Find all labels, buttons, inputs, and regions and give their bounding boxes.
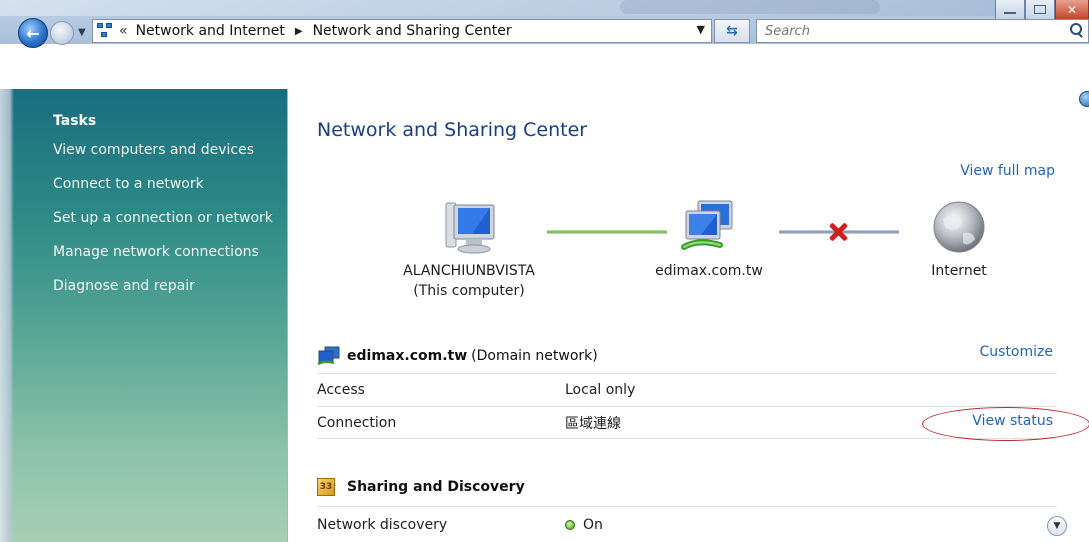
- view-status-highlight-circle: [922, 407, 1089, 441]
- titlebar-glass-blur: [620, 0, 880, 14]
- task-connect-to-a-network[interactable]: Connect to a network: [53, 173, 287, 207]
- internet-label: Internet: [931, 263, 987, 279]
- network-location-icon: [97, 23, 113, 39]
- address-dropdown-icon[interactable]: ▼: [697, 23, 705, 36]
- customize-link[interactable]: Customize: [980, 344, 1054, 360]
- task-diagnose-and-repair[interactable]: Diagnose and repair: [53, 275, 287, 309]
- sharing-discovery-title: Sharing and Discovery: [347, 479, 525, 495]
- task-set-up-a-connection[interactable]: Set up a connection or network: [53, 207, 287, 241]
- network-discovery-status: On: [565, 517, 1057, 533]
- globe-icon: [933, 201, 985, 253]
- computer-icon: [445, 202, 495, 254]
- map-node-this-computer[interactable]: ALANCHIUNBVISTA (This computer): [389, 199, 549, 301]
- connection-label: Connection: [317, 414, 397, 431]
- status-on-icon: [565, 519, 575, 530]
- maximize-button[interactable]: [1025, 0, 1055, 20]
- tasks-heading: Tasks: [53, 113, 97, 129]
- expand-network-discovery-button[interactable]: ▼: [1047, 516, 1067, 536]
- close-button[interactable]: ✕: [1055, 0, 1089, 20]
- domain-network-icon: [317, 346, 340, 366]
- map-node-network[interactable]: edimax.com.tw: [649, 199, 769, 281]
- breadcrumb-overflow[interactable]: «: [119, 23, 128, 39]
- view-full-map-link[interactable]: View full map: [960, 163, 1055, 179]
- help-icon[interactable]: [1079, 91, 1089, 107]
- sharing-icon: 33: [317, 478, 335, 496]
- network-details-header: edimax.com.tw (Domain network): [317, 344, 1057, 368]
- breadcrumb-network-and-internet[interactable]: Network and Internet: [136, 23, 285, 39]
- disconnected-x-icon[interactable]: [827, 221, 849, 243]
- close-icon: ✕: [1066, 2, 1078, 17]
- window-controls: ✕: [995, 0, 1089, 20]
- sharing-discovery-header: 33 Sharing and Discovery: [317, 478, 525, 496]
- network-name: edimax.com.tw: [347, 348, 468, 364]
- search-box[interactable]: [756, 19, 1089, 43]
- page-title: Network and Sharing Center: [317, 119, 588, 141]
- task-list: View computers and devices Connect to a …: [53, 139, 287, 309]
- task-pane-edge: [0, 89, 14, 542]
- network-icon: [681, 200, 733, 250]
- back-button[interactable]: ←: [18, 18, 48, 48]
- map-node-internet[interactable]: Internet: [909, 199, 1009, 281]
- minimize-button[interactable]: [995, 0, 1025, 20]
- chevron-down-icon: ▼: [1053, 521, 1061, 531]
- network-type: (Domain network): [471, 348, 598, 364]
- access-value: Local only: [565, 382, 636, 398]
- network-discovery-label: Network discovery: [317, 516, 448, 533]
- search-input[interactable]: [765, 23, 1045, 39]
- main-content: Network and Sharing Center View full map…: [289, 89, 1089, 542]
- network-name-label: edimax.com.tw: [655, 263, 763, 279]
- address-bar[interactable]: « Network and Internet ▶ Network and Sha…: [92, 19, 712, 43]
- computer-sub-label: (This computer): [413, 283, 525, 299]
- recent-pages-dropdown[interactable]: ▼: [78, 27, 86, 38]
- refresh-icon: ⇆: [726, 23, 738, 39]
- maximize-icon: [1034, 5, 1046, 14]
- search-icon[interactable]: [1070, 23, 1084, 37]
- task-pane: Tasks View computers and devices Connect…: [0, 89, 288, 542]
- detail-row-network-discovery: Network discovery On: [317, 506, 1057, 542]
- titlebar-glass: [0, 0, 1089, 16]
- breadcrumb-network-and-sharing-center[interactable]: Network and Sharing Center: [313, 23, 512, 39]
- task-view-computers-and-devices[interactable]: View computers and devices: [53, 139, 287, 173]
- forward-button[interactable]: [50, 21, 74, 45]
- minimize-icon: [1004, 11, 1016, 14]
- breadcrumb-separator-icon[interactable]: ▶: [295, 26, 303, 37]
- refresh-button[interactable]: ⇆: [714, 19, 750, 43]
- network-discovery-value: On: [583, 516, 603, 533]
- detail-row-access: Access Local only: [317, 373, 1057, 406]
- task-manage-network-connections[interactable]: Manage network connections: [53, 241, 287, 275]
- computer-name-label: ALANCHIUNBVISTA: [403, 263, 535, 279]
- access-label: Access: [317, 382, 365, 398]
- back-arrow-icon: ←: [26, 23, 40, 43]
